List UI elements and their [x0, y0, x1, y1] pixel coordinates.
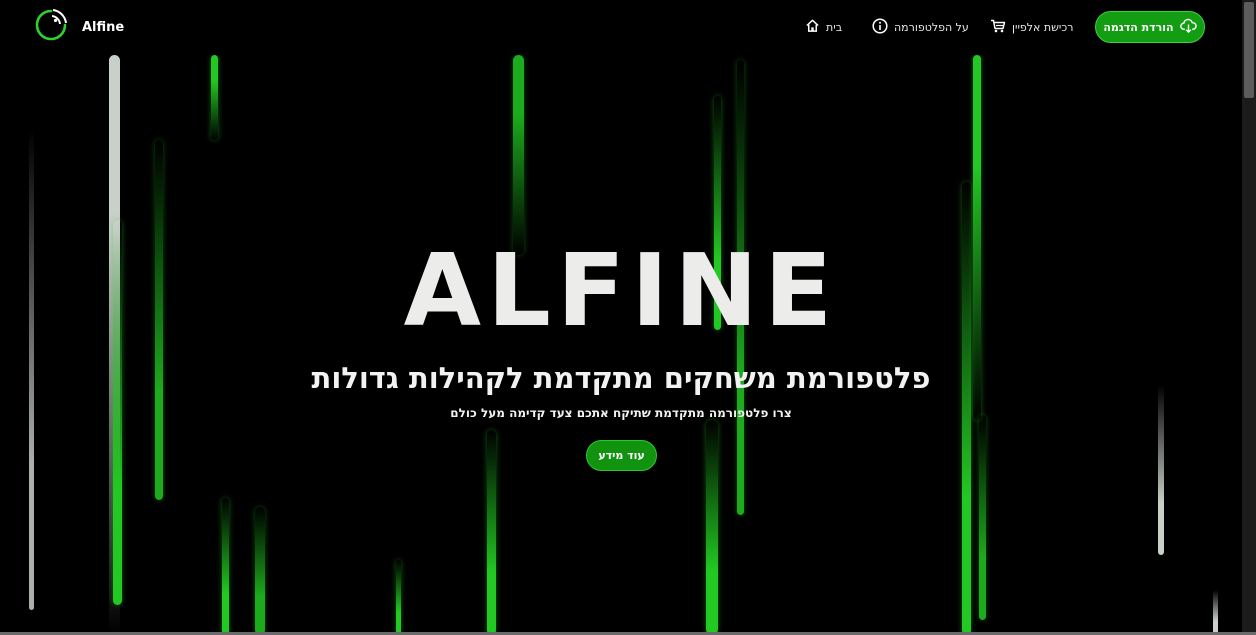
nav-item-about[interactable]: על הפלטפורמה	[872, 17, 969, 37]
logo-icon	[34, 8, 68, 46]
light-streak	[255, 507, 265, 635]
light-streak	[513, 55, 524, 255]
cloud-download-icon	[1179, 18, 1197, 36]
logo[interactable]: Alfine	[34, 8, 125, 46]
light-streak	[222, 498, 229, 635]
home-icon	[805, 18, 820, 36]
light-streak	[211, 55, 218, 140]
nav-item-label: בית	[826, 20, 843, 34]
info-icon	[872, 17, 888, 37]
hero-description: צרו פלטפורמה מתקדמת שתיקח אתכם צעד קדימה…	[450, 406, 792, 420]
brand-name: Alfine	[82, 19, 125, 35]
download-demo-label: הורדת הדגמה	[1103, 20, 1174, 34]
light-streak	[706, 420, 718, 635]
more-info-button[interactable]: עוד מידע	[586, 440, 657, 471]
hero-subtitle: פלטפורמת משחקים מתקדמת לקהילות גדולות	[311, 361, 931, 395]
light-streak	[487, 430, 496, 635]
nav-item-purchase[interactable]: רכישת אלפיין	[990, 18, 1073, 36]
light-streak	[979, 415, 986, 620]
nav-item-home[interactable]: בית	[805, 18, 842, 36]
page: Alfine בית על הפלטפורמה רכישת אלפיין הור…	[0, 0, 1256, 635]
vertical-scrollbar[interactable]	[1242, 0, 1256, 635]
light-streak	[1213, 590, 1218, 635]
scrollbar-thumb[interactable]	[1244, 2, 1254, 98]
light-streak	[396, 560, 401, 635]
cart-icon	[990, 18, 1006, 37]
top-navigation-bar: Alfine בית על הפלטפורמה רכישת אלפיין הור…	[0, 0, 1242, 55]
hero-title: ALFINE	[403, 232, 839, 349]
nav-item-label: רכישת אלפיין	[1012, 20, 1074, 34]
nav-item-label: על הפלטפורמה	[894, 20, 969, 34]
download-demo-button[interactable]: הורדת הדגמה	[1095, 11, 1205, 43]
